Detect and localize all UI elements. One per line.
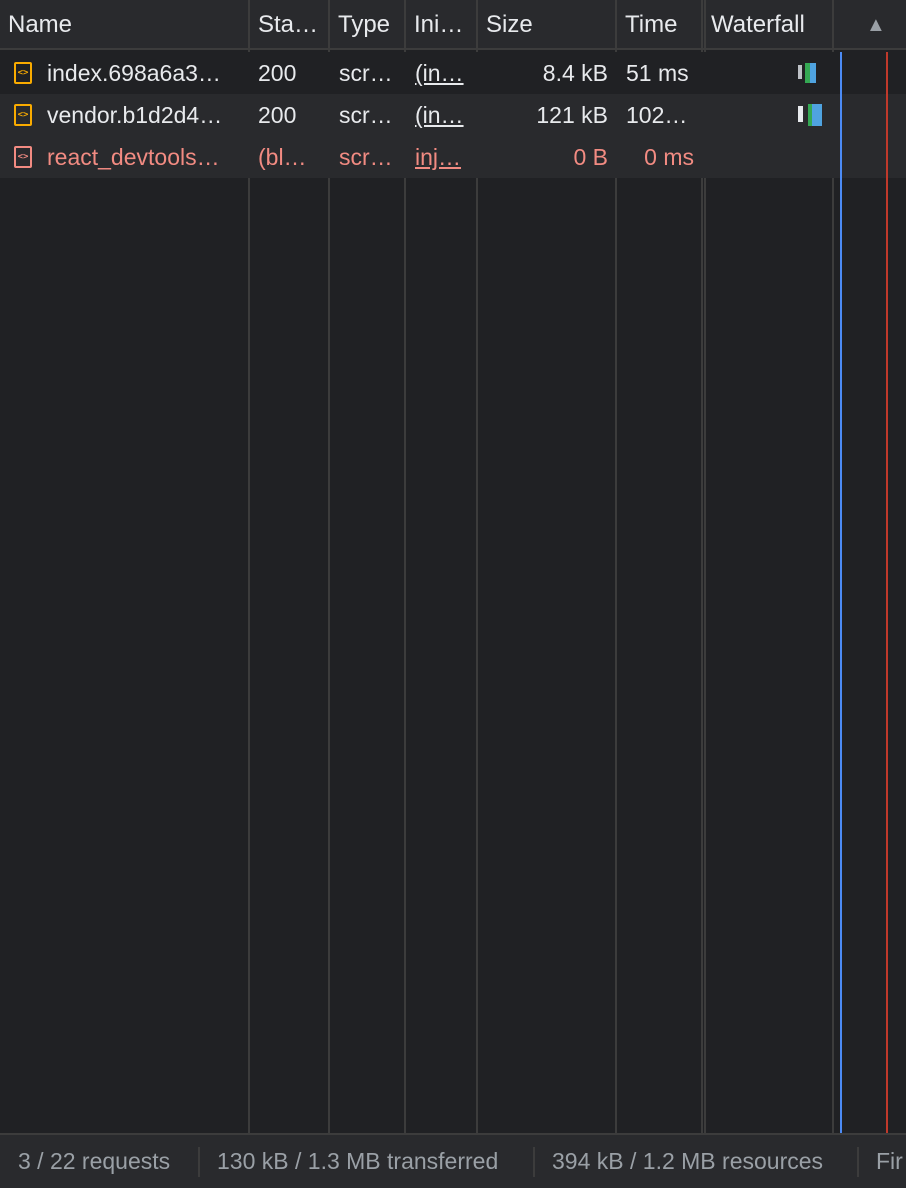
request-status: (bl…: [258, 144, 307, 170]
load-event-line: [886, 52, 888, 1133]
dom-content-loaded-line: [840, 52, 842, 1133]
request-time: 51 ms: [626, 60, 689, 86]
request-name: vendor.b1d2d4…: [47, 102, 223, 128]
network-panel: Name Sta… Type Ini… Size Time Waterfall …: [0, 0, 906, 1188]
script-file-icon: <>: [14, 104, 32, 126]
request-row[interactable]: <> vendor.b1d2d4… 200 scr… (in… 121 kB 1…: [0, 94, 906, 136]
request-size: 8.4 kB: [542, 60, 608, 86]
column-header-name[interactable]: Name: [0, 0, 248, 50]
column-header-initiator[interactable]: Ini…: [406, 0, 476, 50]
request-type: scr…: [339, 102, 393, 128]
request-row[interactable]: <> react_devtools… (bl… scr… inj… 0 B 0 …: [0, 136, 906, 178]
column-header-size[interactable]: Size: [478, 0, 615, 50]
waterfall-download-bar: [810, 63, 816, 83]
request-type: scr…: [339, 60, 393, 86]
network-summary-bar: 3 / 22 requests 130 kB / 1.3 MB transfer…: [0, 1133, 906, 1188]
waterfall-queue-bar: [798, 106, 803, 122]
column-header-waterfall[interactable]: Waterfall: [703, 0, 853, 50]
requests-count: 3 / 22 requests: [18, 1148, 171, 1174]
request-time: 0 ms: [644, 144, 694, 170]
resources-size: 394 kB / 1.2 MB resources: [552, 1148, 824, 1174]
request-initiator-link[interactable]: inj…: [415, 136, 471, 178]
request-name: react_devtools…: [47, 144, 220, 170]
sort-ascending-icon[interactable]: ▲: [866, 0, 886, 50]
network-table-header: Name Sta… Type Ini… Size Time Waterfall …: [0, 0, 906, 50]
request-size: 121 kB: [536, 102, 608, 128]
column-header-time[interactable]: Time: [617, 0, 701, 50]
script-file-icon: <>: [14, 62, 32, 84]
status-divider: [857, 1147, 859, 1177]
status-divider: [533, 1147, 535, 1177]
request-time: 102…: [626, 102, 688, 128]
transferred-size: 130 kB / 1.3 MB transferred: [217, 1148, 499, 1174]
waterfall-download-bar: [812, 104, 822, 126]
column-header-status[interactable]: Sta…: [250, 0, 328, 50]
request-initiator-link[interactable]: (in…: [415, 94, 471, 136]
finish-time: Fir: [876, 1148, 903, 1174]
request-size: 0 B: [573, 144, 608, 170]
request-name: index.698a6a3…: [47, 60, 221, 86]
waterfall-queue-bar: [798, 65, 802, 79]
script-file-icon: <>: [14, 146, 32, 168]
request-status: 200: [258, 102, 297, 128]
request-initiator-link[interactable]: (in…: [415, 52, 471, 94]
request-row[interactable]: <> index.698a6a3… 200 scr… (in… 8.4 kB 5…: [0, 52, 906, 94]
column-header-type[interactable]: Type: [330, 0, 404, 50]
status-divider: [198, 1147, 200, 1177]
request-status: 200: [258, 60, 297, 86]
request-type: scr…: [339, 144, 393, 170]
